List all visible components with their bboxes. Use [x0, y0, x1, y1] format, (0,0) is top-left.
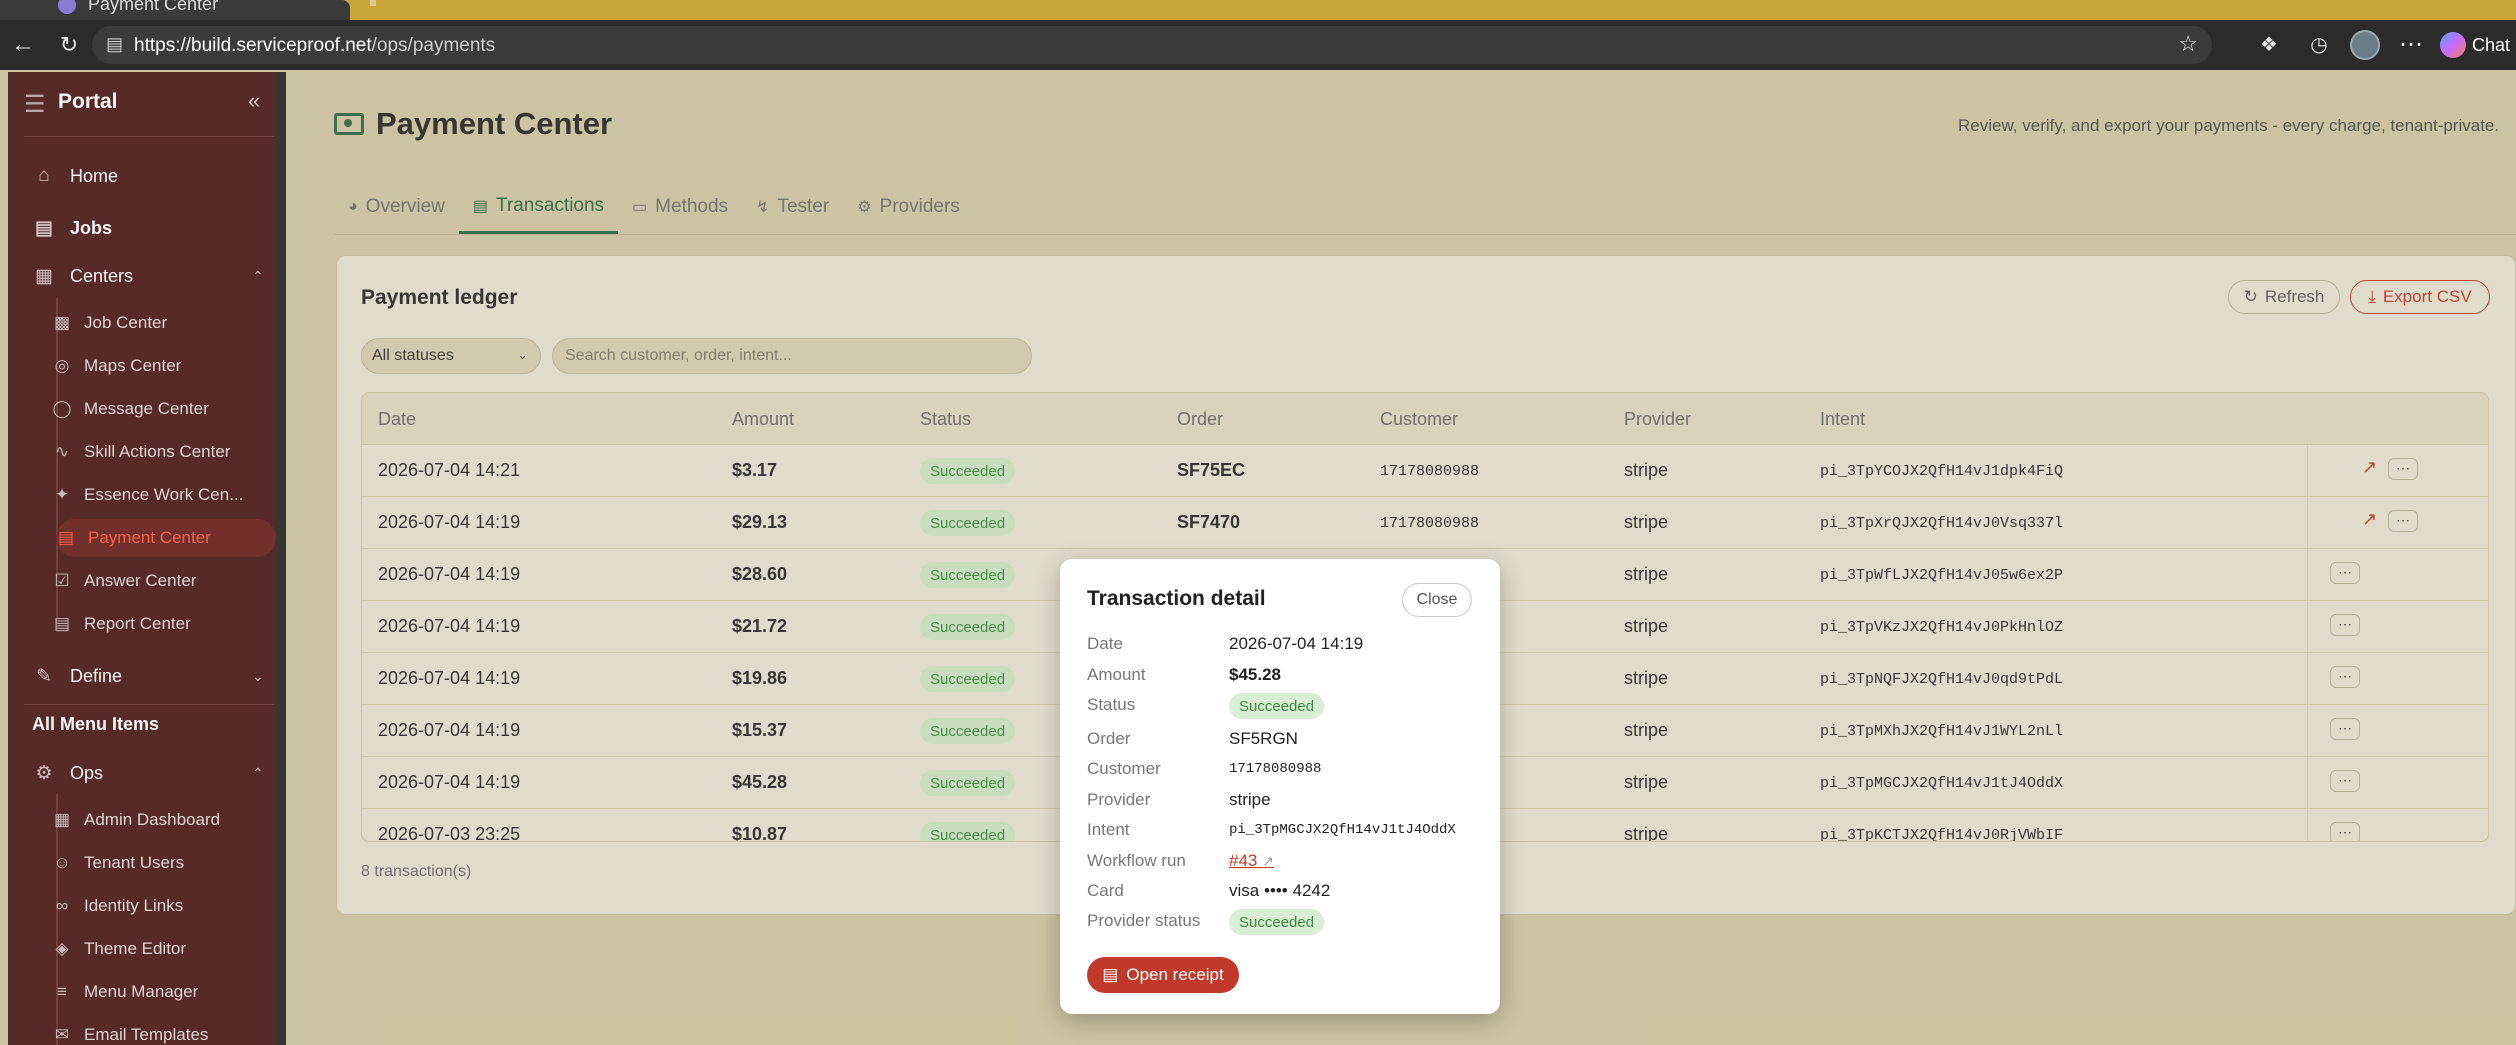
receipt-icon: ▤	[1102, 965, 1119, 984]
detail-value-date: 2026-07-04 14:19	[1229, 634, 1364, 653]
status-badge: Succeeded	[1229, 693, 1325, 719]
open-receipt-button[interactable]: ▤ Open receipt	[1087, 957, 1239, 993]
detail-label-provider: Provider	[1087, 790, 1151, 809]
detail-label-workflow-run: Workflow run	[1087, 851, 1186, 870]
new-tab-icon[interactable]	[370, 0, 376, 6]
external-link-icon: ↗	[1262, 853, 1274, 869]
detail-label-order: Order	[1087, 729, 1131, 748]
history-icon[interactable]: ◷	[2304, 30, 2334, 60]
url-text: https://build.serviceproof.net/ops/payme…	[134, 35, 496, 56]
chat-label: Chat	[2472, 34, 2511, 55]
detail-label-amount: Amount	[1087, 665, 1146, 684]
browser-toolbar: ← ↻ ▤ https://build.serviceproof.net/ops…	[0, 20, 2516, 70]
detail-label-date: Date	[1087, 634, 1123, 653]
detail-value-intent: pi_3TpMGCJX2QfH14vJ1tJ4OddX	[1229, 822, 1456, 838]
back-arrow-icon[interactable]: ←	[8, 30, 38, 60]
workflow-run-link[interactable]: #43 ↗	[1229, 851, 1274, 871]
detail-value-amount: $45.28	[1229, 665, 1281, 684]
close-button[interactable]: Close	[1402, 583, 1472, 617]
detail-label-card: Card	[1087, 881, 1124, 900]
browser-tabstrip: Payment Center	[0, 0, 2516, 20]
modal-title: Transaction detail	[1087, 587, 1266, 610]
address-bar[interactable]: ▤ https://build.serviceproof.net/ops/pay…	[92, 26, 2212, 64]
profile-avatar[interactable]	[2350, 30, 2380, 60]
site-info-icon[interactable]: ▤	[106, 34, 123, 55]
more-menu-icon[interactable]: ⋯	[2396, 30, 2426, 60]
detail-value-order: SF5RGN	[1229, 729, 1298, 748]
transaction-detail-modal: Transaction detail Close Date 2026-07-04…	[1060, 559, 1500, 1014]
tab-favicon-icon	[58, 0, 76, 14]
reload-icon[interactable]: ↻	[54, 30, 84, 60]
detail-value-customer: 17178080988	[1229, 761, 1322, 777]
detail-label-provider-status: Provider status	[1087, 911, 1201, 930]
extensions-icon[interactable]: ❖	[2254, 30, 2284, 60]
detail-value-card: visa •••• 4242	[1229, 881, 1331, 900]
detail-label-intent: Intent	[1087, 820, 1130, 839]
detail-label-customer: Customer	[1087, 759, 1161, 778]
browser-tab-title: Payment Center	[88, 0, 219, 14]
workflow-run-value: #43	[1229, 851, 1258, 870]
browser-tab-active[interactable]: Payment Center	[0, 0, 350, 20]
open-receipt-label: Open receipt	[1126, 965, 1224, 984]
provider-status-badge: Succeeded	[1229, 909, 1325, 935]
bookmark-star-icon[interactable]: ☆	[2178, 31, 2198, 57]
detail-value-provider: stripe	[1229, 790, 1271, 809]
detail-label-status: Status	[1087, 695, 1136, 714]
chat-button[interactable]: Chat	[2440, 31, 2510, 59]
copilot-icon	[2440, 32, 2466, 58]
